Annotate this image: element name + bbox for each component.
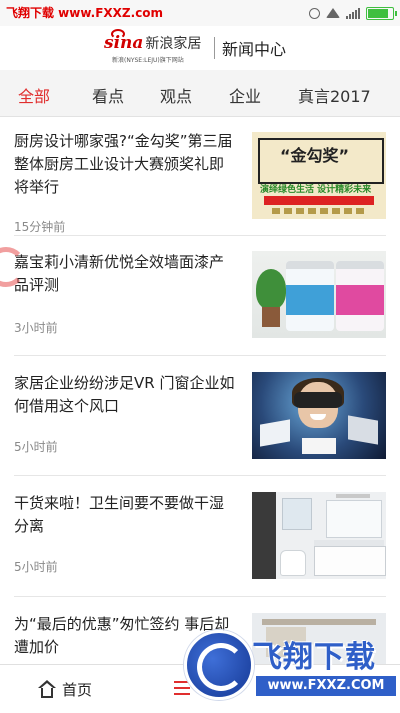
- watermark-url: www.FXXZ.COM: [256, 676, 396, 696]
- news-title: 干货来啦！卫生间要不要做干湿分离: [14, 494, 225, 535]
- watermark-brand: 飞翔下载: [252, 640, 376, 675]
- signal-icon: [346, 7, 360, 19]
- home-icon: [38, 680, 56, 698]
- divider: [14, 475, 386, 476]
- home-button[interactable]: 首页: [38, 677, 92, 701]
- news-item[interactable]: 嘉宝莉小清新优悦全效墙面漆产品评测 3小时前: [14, 251, 386, 351]
- tab-qiye[interactable]: 企业: [229, 83, 261, 107]
- divider: [14, 596, 386, 597]
- logo-eye-icon: [111, 29, 125, 39]
- tab-all[interactable]: 全部: [18, 83, 50, 107]
- news-thumbnail: [252, 372, 386, 459]
- news-thumbnail: “金勾奖” 演绎绿色生活 设计精彩未来: [252, 132, 386, 219]
- home-label: 首页: [62, 680, 93, 699]
- news-thumbnail: [252, 251, 386, 338]
- thumb-award-title: “金勾奖”: [280, 146, 350, 165]
- news-title: 嘉宝莉小清新优悦全效墙面漆产品评测: [14, 253, 225, 294]
- category-tabs: 全部 看点 观点 企业 真言2017: [0, 70, 400, 117]
- app-header: sina 新浪家居 新浪(NYSE:LEJU)旗下网站 新闻中心: [0, 26, 400, 70]
- news-title: 家居企业纷纷涉足VR 门窗企业如何借用这个风口: [14, 374, 235, 415]
- wifi-icon: [326, 8, 340, 18]
- news-item[interactable]: 干货来啦！卫生间要不要做干湿分离 5小时前: [14, 492, 386, 592]
- alarm-icon: [309, 7, 320, 19]
- news-thumbnail: [252, 492, 386, 579]
- battery-icon: [366, 6, 397, 20]
- news-item[interactable]: 家居企业纷纷涉足VR 门窗企业如何借用这个风口 5小时前: [14, 372, 386, 472]
- watermark-logo-icon: [184, 630, 254, 700]
- news-title: 厨房设计哪家强?“金勾奖”第三届整体厨房工业设计大赛颁奖礼即将举行: [14, 132, 233, 196]
- sina-jiaju-logo[interactable]: sina 新浪家居 新浪(NYSE:LEJU)旗下网站: [104, 29, 201, 64]
- news-item[interactable]: 厨房设计哪家强?“金勾奖”第三届整体厨房工业设计大赛颁奖礼即将举行 15分钟前 …: [14, 130, 386, 234]
- news-time: 5小时前: [14, 560, 58, 574]
- page-title: 新闻中心: [222, 40, 287, 59]
- status-icons: [309, 5, 397, 21]
- tab-kandian[interactable]: 看点: [92, 83, 124, 107]
- watermark-text: 飞翔下载 www.FXXZ.com: [6, 6, 164, 20]
- tab-zhenyan-2017[interactable]: 真言2017: [298, 83, 371, 107]
- news-time: 3小时前: [14, 321, 58, 335]
- news-time: 15分钟前: [14, 220, 66, 234]
- watermark-logo: 飞翔下载 www.FXXZ.COM: [182, 630, 400, 712]
- divider: [14, 235, 386, 236]
- tab-guandian[interactable]: 观点: [160, 83, 192, 107]
- thumb-award-slogan: 演绎绿色生活 设计精彩未来: [260, 185, 372, 195]
- news-time: 5小时前: [14, 440, 58, 454]
- header-divider: [214, 37, 215, 59]
- divider: [14, 355, 386, 356]
- status-bar: 飞翔下载 www.FXXZ.com: [0, 0, 400, 26]
